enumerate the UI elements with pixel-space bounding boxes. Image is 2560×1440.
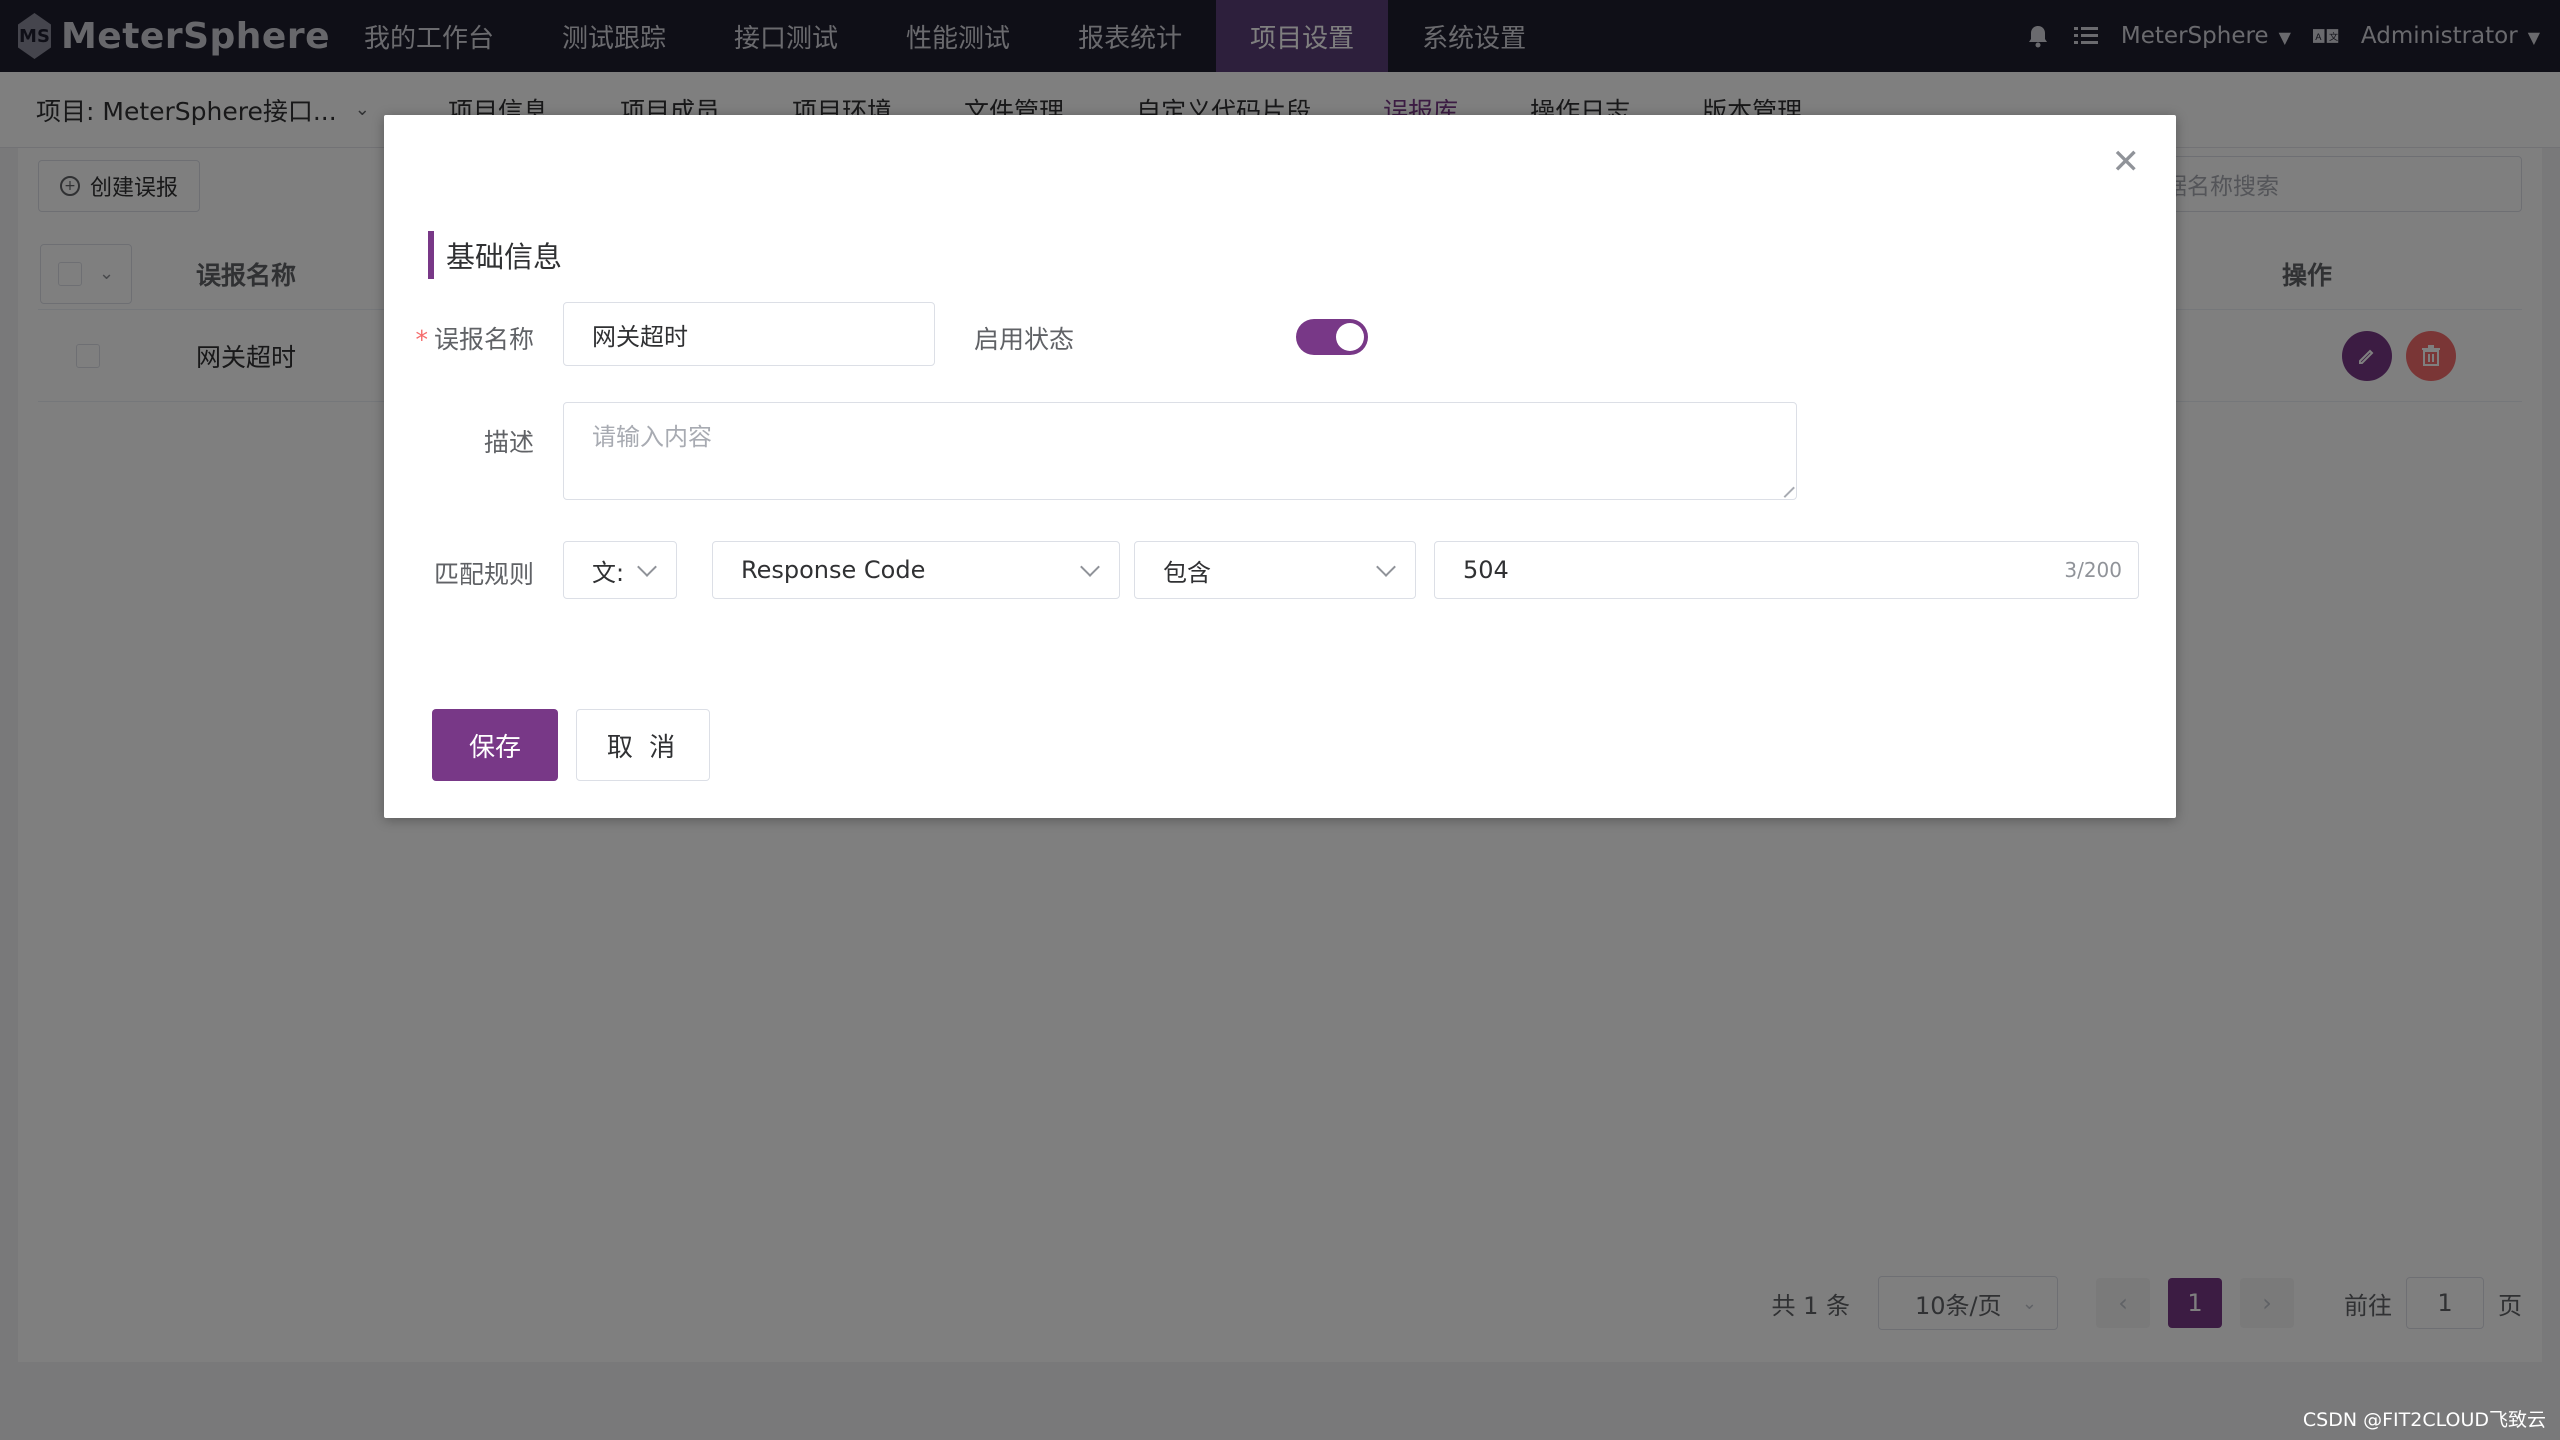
name-label-text: 误报名称 xyxy=(433,325,534,354)
status-label: 启用状态 xyxy=(973,325,1074,354)
chevron-down-icon xyxy=(637,557,657,577)
rule-value-input[interactable]: 504 3/200 xyxy=(1434,541,2139,599)
name-input[interactable]: 网关超时 xyxy=(563,302,935,366)
save-button[interactable]: 保存 xyxy=(432,709,558,781)
rule-field-value: Response Code xyxy=(741,556,926,584)
rule-field-select[interactable]: Response Code xyxy=(712,541,1120,599)
name-label: * 误报名称 xyxy=(384,320,534,356)
close-icon[interactable]: ✕ xyxy=(2112,145,2141,179)
rule-operator-select[interactable]: 包含 xyxy=(1134,541,1416,599)
rule-value-text: 504 xyxy=(1463,556,1509,584)
chevron-down-icon xyxy=(1376,557,1396,577)
toggle-knob xyxy=(1336,323,1364,351)
description-placeholder: 请输入内容 xyxy=(592,423,712,451)
create-false-positive-dialog: ✕ 基础信息 * 误报名称 网关超时 启用状态 描述 请输入内容 匹配规则 文: … xyxy=(384,115,2176,818)
rule-type-select[interactable]: 文: xyxy=(563,541,677,599)
rule-operator-value: 包含 xyxy=(1163,558,1211,587)
chevron-down-icon xyxy=(1080,557,1100,577)
required-mark: * xyxy=(415,325,428,354)
description-label: 描述 xyxy=(483,428,534,457)
resize-handle-icon[interactable] xyxy=(1775,478,1795,498)
section-title: 基础信息 xyxy=(428,231,562,279)
status-toggle[interactable] xyxy=(1296,319,1368,355)
character-counter: 3/200 xyxy=(2064,558,2122,582)
cancel-button[interactable]: 取 消 xyxy=(576,709,710,781)
description-textarea[interactable]: 请输入内容 xyxy=(563,402,1797,500)
match-rule-label: 匹配规则 xyxy=(433,560,534,589)
watermark: CSDN @FIT2CLOUD飞致云 xyxy=(2302,1409,2546,1431)
rule-type-value: 文: xyxy=(592,558,625,587)
